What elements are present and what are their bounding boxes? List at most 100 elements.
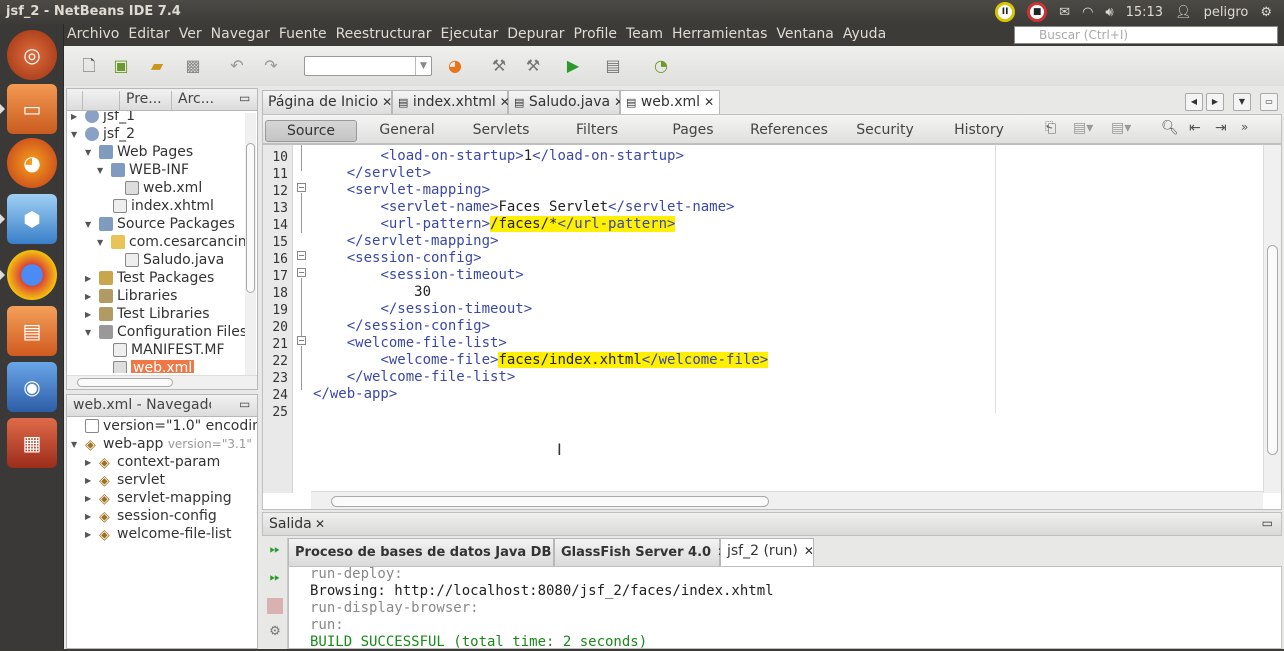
pause-recording-icon[interactable]: II bbox=[995, 2, 1016, 22]
save-all-icon[interactable]: ▩ bbox=[182, 55, 204, 77]
minimize-icon[interactable]: ▭ bbox=[233, 397, 255, 416]
tree-horizontal-scrollbar[interactable] bbox=[67, 375, 257, 389]
scroll-left-icon[interactable]: ◀ bbox=[1185, 93, 1203, 111]
back-icon[interactable]: ▤▾ bbox=[1073, 120, 1093, 136]
tree-item[interactable]: ▼ Configuration Files bbox=[85, 323, 245, 341]
output-console[interactable]: run-deploy: Browsing: http://localhost:80… bbox=[288, 566, 1282, 650]
expanded-toggle-icon[interactable]: ▼ bbox=[97, 166, 107, 175]
files-icon[interactable]: ▭ bbox=[7, 84, 57, 134]
code-editor[interactable]: 10 11 12 13 14 15 16 17 18 19 20 21 22 23 24 25 − − − −… bbox=[262, 144, 1282, 510]
collapsed-toggle-icon[interactable]: ▶ bbox=[85, 476, 95, 485]
tab-filters[interactable]: Filters bbox=[555, 120, 639, 142]
collapsed-toggle-icon[interactable]: ▶ bbox=[85, 292, 95, 301]
code-line[interactable]: <url-pattern>/faces/*</url-pattern> bbox=[313, 216, 676, 233]
tree-item[interactable]: ▶ Libraries bbox=[85, 287, 177, 305]
tab-source[interactable]: Source bbox=[265, 120, 357, 142]
tree-item[interactable]: ▶ ◈ welcome-file-list bbox=[85, 525, 231, 543]
code-line[interactable]: <servlet-mapping> bbox=[313, 182, 490, 199]
tab-jsf2-run[interactable]: jsf_2 (run) ✕ bbox=[720, 538, 814, 566]
user-name[interactable]: peligro bbox=[1204, 5, 1249, 20]
chrome-icon[interactable] bbox=[7, 250, 57, 300]
tree-item[interactable]: ▼ jsf_2 bbox=[71, 125, 135, 143]
close-icon[interactable]: ✕ bbox=[315, 517, 325, 531]
tree-item-selected[interactable]: web.xml bbox=[113, 359, 195, 373]
new-file-icon[interactable]: 🗋 bbox=[78, 55, 100, 77]
impress-icon[interactable]: ▤ bbox=[7, 306, 57, 356]
close-icon[interactable]: ✕ bbox=[804, 544, 814, 558]
menu-ayuda[interactable]: Ayuda bbox=[843, 26, 886, 42]
rerun-with-params-icon[interactable]: ⏩︎ bbox=[267, 570, 283, 586]
collapsed-toggle-icon[interactable]: ▶ bbox=[71, 112, 81, 121]
find-icon[interactable]: 🔍︎ bbox=[1161, 120, 1179, 136]
tree-item[interactable]: ▶ Test Libraries bbox=[85, 305, 209, 323]
code-line[interactable]: </welcome-file-list> bbox=[313, 369, 516, 386]
code-line[interactable]: <load-on-startup>1</load-on-startup> bbox=[313, 148, 683, 165]
code-line[interactable]: <session-timeout> bbox=[313, 267, 523, 284]
mail-icon[interactable]: ✉ bbox=[1059, 5, 1070, 20]
tree-item[interactable]: ▶ ◈ servlet-mapping bbox=[85, 489, 232, 507]
tab-pagina-de-inicio[interactable]: Página de Inicio ✕ bbox=[262, 90, 392, 114]
menu-depurar[interactable]: Depurar bbox=[507, 26, 564, 42]
tree-item[interactable]: index.xhtml bbox=[113, 197, 214, 215]
tab-history[interactable]: History bbox=[937, 120, 1021, 142]
output-title[interactable]: Salida bbox=[269, 516, 312, 532]
volume-icon[interactable]: 🔊︎ bbox=[1105, 5, 1113, 20]
menu-ejecutar[interactable]: Ejecutar bbox=[440, 26, 498, 42]
tree-item[interactable]: ▼ Web Pages bbox=[85, 143, 193, 161]
tree-item[interactable]: Saludo.java bbox=[125, 251, 224, 269]
maximize-icon[interactable]: ▭ bbox=[1260, 93, 1278, 111]
menu-fuente[interactable]: Fuente bbox=[279, 26, 327, 42]
stop-icon[interactable] bbox=[267, 598, 283, 614]
editor-vertical-scrollbar[interactable] bbox=[1263, 145, 1281, 493]
expanded-toggle-icon[interactable]: ▼ bbox=[71, 440, 81, 449]
tab-references[interactable]: References bbox=[743, 120, 835, 142]
tree-item[interactable]: ▶ ◈ context-param bbox=[85, 453, 220, 471]
firefox-icon[interactable]: ◕ bbox=[7, 138, 57, 188]
tree-item[interactable]: ▼ WEB-INF bbox=[97, 161, 189, 179]
expanded-toggle-icon[interactable]: ▼ bbox=[71, 130, 81, 139]
fold-collapse-icon[interactable]: − bbox=[297, 336, 306, 345]
tab-general[interactable]: General bbox=[365, 120, 449, 142]
run-icon[interactable]: ▶ bbox=[562, 55, 584, 77]
fold-collapse-icon[interactable]: − bbox=[297, 268, 306, 277]
menu-ventana[interactable]: Ventana bbox=[776, 26, 834, 42]
menu-team[interactable]: Team bbox=[626, 26, 663, 42]
browser-select-icon[interactable]: ◕ bbox=[444, 55, 466, 77]
scroll-thumb[interactable] bbox=[1267, 245, 1278, 455]
editor-horizontal-scrollbar[interactable] bbox=[311, 491, 1263, 509]
code-line[interactable]: </servlet-mapping> bbox=[313, 233, 499, 250]
tree-item[interactable]: ▼ ◈ web-app version="3.1" bbox=[71, 435, 252, 453]
collapsed-toggle-icon[interactable]: ▶ bbox=[85, 310, 95, 319]
scroll-right-icon[interactable]: ▶ bbox=[1206, 93, 1224, 111]
new-project-icon[interactable]: ▣ bbox=[110, 55, 132, 77]
scroll-thumb[interactable] bbox=[331, 496, 769, 507]
code-line[interactable]: <servlet-name>Faces Servlet</servlet-nam… bbox=[313, 199, 734, 216]
code-area[interactable]: <load-on-startup>1</load-on-startup> </s… bbox=[313, 145, 1251, 493]
code-line[interactable]: <session-config> bbox=[313, 250, 482, 267]
tab-servlets[interactable]: Servlets bbox=[459, 120, 543, 142]
close-icon[interactable]: ✕ bbox=[704, 95, 714, 109]
tab-glassfish[interactable]: GlassFish Server 4.0✕ bbox=[554, 538, 727, 566]
tree-item[interactable]: ▶ ◈ servlet bbox=[85, 471, 165, 489]
tree-item[interactable]: ▼ com.cesarcancino bbox=[97, 233, 245, 251]
code-line[interactable]: <welcome-file-list> bbox=[313, 335, 507, 352]
tree-item[interactable]: MANIFEST.MF bbox=[113, 341, 225, 359]
fold-collapse-icon[interactable]: − bbox=[297, 251, 306, 260]
code-line[interactable]: </session-config> bbox=[313, 318, 490, 335]
collapsed-toggle-icon[interactable]: ▶ bbox=[85, 530, 95, 539]
tree-vertical-scrollbar[interactable] bbox=[245, 113, 256, 375]
tab-list-icon[interactable]: ▼ bbox=[1233, 93, 1251, 111]
menu-archivo[interactable]: Archivo bbox=[67, 26, 119, 42]
scroll-thumb[interactable] bbox=[77, 378, 173, 387]
tab-security[interactable]: Security bbox=[843, 120, 927, 142]
find-next-icon[interactable]: ⇥ bbox=[1215, 120, 1227, 136]
tab-web-xml[interactable]: ▤ web.xml ✕ bbox=[620, 90, 720, 114]
tab-index-xhtml[interactable]: ▤ index.xhtml ✕ bbox=[392, 90, 510, 114]
redo-icon[interactable]: ↷ bbox=[260, 55, 282, 77]
settings-gear-icon[interactable]: ⚙ bbox=[1260, 5, 1272, 20]
code-line[interactable]: </servlet> bbox=[313, 165, 431, 182]
netbeans-icon[interactable]: ⬢ bbox=[7, 194, 57, 244]
tree-item[interactable]: version="1.0" encoding="UTF-8" bbox=[85, 417, 257, 435]
menu-navegar[interactable]: Navegar bbox=[211, 26, 270, 42]
tree-item[interactable]: ▶ jsf_1 bbox=[71, 111, 135, 125]
